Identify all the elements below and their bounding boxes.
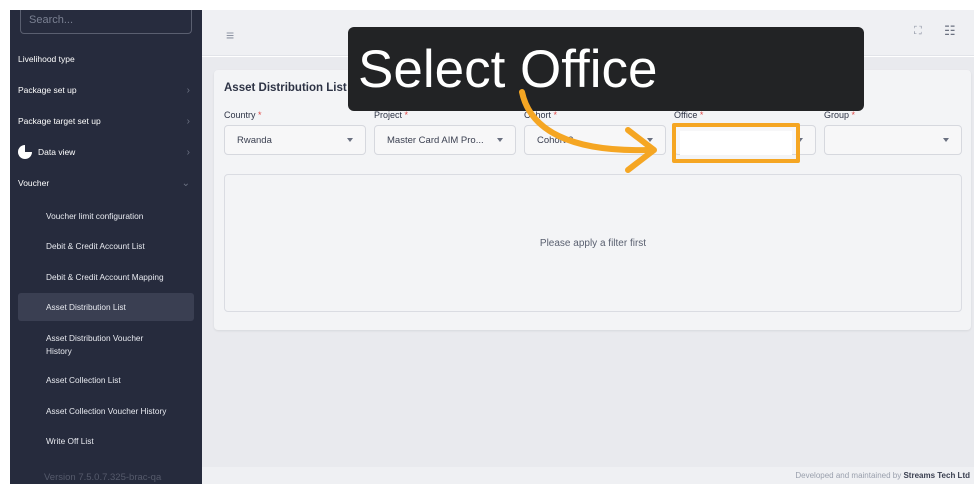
sidebar-item-asset-distribution-list[interactable]: Asset Distribution List bbox=[18, 293, 194, 321]
sidebar-item-label: Asset Collection Voucher History bbox=[46, 406, 167, 416]
office-highlight-fill bbox=[680, 131, 792, 155]
office-highlight[interactable] bbox=[672, 123, 800, 163]
sidebar-item-label: Voucher bbox=[18, 178, 50, 188]
footer: Developed and maintained by Streams Tech… bbox=[202, 467, 974, 484]
empty-state-message: Please apply a filter first bbox=[539, 237, 647, 249]
sidebar-item-asset-collection-list[interactable]: Asset Collection List bbox=[18, 367, 194, 393]
tooltip-text: Select Office bbox=[358, 39, 658, 99]
sidebar-item-write-off-list[interactable]: Write Off List bbox=[18, 428, 194, 454]
sidebar-item-label: Voucher limit configuration bbox=[46, 211, 144, 221]
sidebar-item-package-set-up[interactable]: Package set up › bbox=[10, 75, 202, 105]
sidebar-item-label: Data view bbox=[38, 147, 76, 157]
pie-chart-icon bbox=[18, 145, 32, 159]
chevron-right-icon: › bbox=[186, 84, 190, 96]
sidebar-item-voucher[interactable]: Voucher ⌄ bbox=[10, 168, 202, 198]
app-window: Search... Livelihood type Package set up… bbox=[10, 10, 974, 484]
fullscreen-icon[interactable]: ⛶ bbox=[914, 25, 922, 38]
sidebar-item-data-view[interactable]: Data view › bbox=[10, 137, 202, 167]
sidebar-item-label: Package set up bbox=[18, 85, 77, 95]
footer-credit: Developed and maintained by Streams Tech… bbox=[795, 471, 970, 480]
caret-down-icon bbox=[647, 138, 653, 142]
sidebar-item-label: Package target set up bbox=[18, 116, 101, 126]
sidebar-item-label: Asset Distribution Voucher History bbox=[46, 333, 144, 356]
version-label: Version 7.5.0.7.325-brac-qa bbox=[44, 472, 162, 483]
cohort-label: Cohort * bbox=[524, 110, 558, 120]
chevron-down-icon: ⌄ bbox=[181, 177, 190, 189]
project-select[interactable]: Master Card AIM Pro... bbox=[374, 125, 516, 155]
sidebar-item-voucher-limit-configuration[interactable]: Voucher limit configuration bbox=[18, 203, 194, 229]
sidebar-item-label: Write Off List bbox=[46, 436, 94, 446]
page-title: Asset Distribution List bbox=[224, 82, 347, 94]
sidebar-search-input[interactable]: Search... bbox=[20, 10, 192, 34]
cohort-select[interactable]: Cohort 3 bbox=[524, 125, 666, 155]
sidebar-item-debit-credit-account-mapping[interactable]: Debit & Credit Account Mapping bbox=[18, 264, 194, 290]
caret-down-icon bbox=[497, 138, 503, 142]
caret-down-icon bbox=[347, 138, 353, 142]
chevron-right-icon: › bbox=[186, 115, 190, 127]
caret-down-icon bbox=[943, 138, 949, 142]
sidebar-item-package-target-set-up[interactable]: Package target set up › bbox=[10, 106, 202, 136]
apps-grid-icon[interactable]: ☷ bbox=[944, 23, 956, 39]
sidebar-item-livelihood-type[interactable]: Livelihood type bbox=[10, 44, 202, 74]
main-content: Asset Distribution List Country * Rwanda… bbox=[202, 57, 974, 467]
project-label: Project * bbox=[374, 110, 409, 120]
tutorial-tooltip: Select Office bbox=[348, 27, 864, 111]
group-select[interactable] bbox=[824, 125, 962, 155]
country-select[interactable]: Rwanda bbox=[224, 125, 366, 155]
empty-state: Please apply a filter first bbox=[224, 174, 962, 312]
sidebar-item-label: Asset Distribution List bbox=[46, 302, 126, 312]
sidebar-item-asset-distribution-voucher-history[interactable]: Asset Distribution Voucher History bbox=[18, 327, 194, 363]
menu-icon[interactable]: ≡ bbox=[226, 27, 234, 43]
sidebar-item-label: Debit & Credit Account Mapping bbox=[46, 272, 164, 282]
chevron-right-icon: › bbox=[186, 146, 190, 158]
sidebar-item-asset-collection-voucher-history[interactable]: Asset Collection Voucher History bbox=[18, 398, 194, 424]
sidebar-item-debit-credit-account-list[interactable]: Debit & Credit Account List bbox=[18, 233, 194, 259]
sidebar: Search... Livelihood type Package set up… bbox=[10, 10, 202, 484]
sidebar-item-label: Livelihood type bbox=[18, 54, 75, 64]
country-label: Country * bbox=[224, 110, 262, 120]
sidebar-item-label: Debit & Credit Account List bbox=[46, 241, 145, 251]
group-label: Group * bbox=[824, 110, 856, 120]
office-label: Office * bbox=[674, 110, 704, 120]
sidebar-item-label: Asset Collection List bbox=[46, 375, 121, 385]
